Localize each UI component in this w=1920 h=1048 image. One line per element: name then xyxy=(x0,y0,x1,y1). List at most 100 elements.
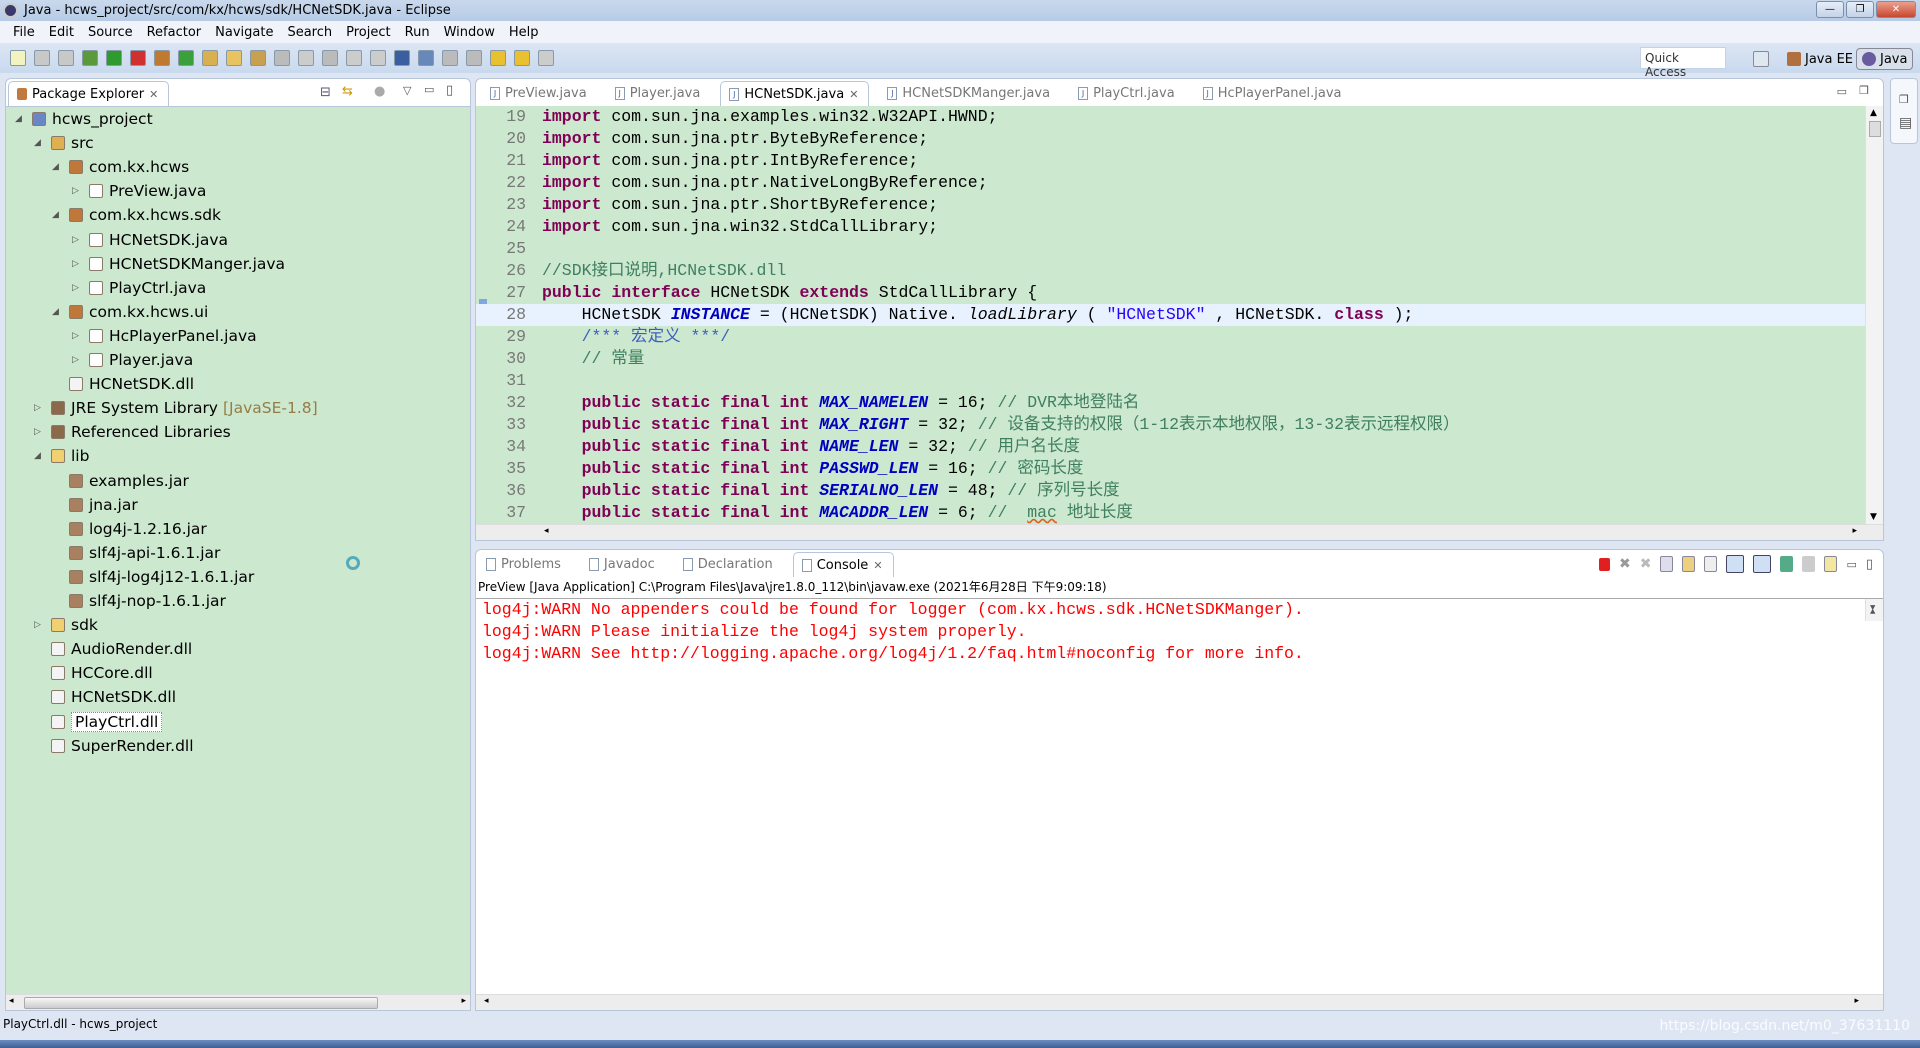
next-annotation-icon[interactable] xyxy=(442,50,458,66)
pen-icon[interactable] xyxy=(298,50,314,66)
menu-navigate[interactable]: Navigate xyxy=(208,25,280,40)
tab-playctrl-java[interactable]: J PlayCtrl.java xyxy=(1070,81,1185,106)
forward-icon[interactable] xyxy=(538,50,554,66)
menu-file[interactable]: File xyxy=(6,25,42,40)
last-edit-icon[interactable] xyxy=(490,50,506,66)
collapsed-icon[interactable]: ▷ xyxy=(34,620,44,630)
view-menu-icon[interactable]: ▽ xyxy=(403,84,411,97)
search-icon[interactable] xyxy=(250,50,266,66)
tree-item[interactable]: ◢ com.kx.hcws xyxy=(52,156,189,178)
collapsed-icon[interactable]: ▷ xyxy=(72,355,82,365)
collapsed-icon[interactable]: ▷ xyxy=(72,259,82,269)
tree-item[interactable]: ◢ com.kx.hcws.ui xyxy=(52,301,208,323)
tree-item[interactable]: HCCore.dll xyxy=(34,662,153,684)
remove-launch-icon[interactable]: ✖ xyxy=(1619,556,1631,572)
open-perspective-icon[interactable] xyxy=(1753,51,1769,67)
tab-player-java[interactable]: J Player.java xyxy=(607,81,711,106)
menu-project[interactable]: Project xyxy=(339,25,397,40)
collapsed-icon[interactable]: ▷ xyxy=(72,331,82,341)
collapsed-icon[interactable]: ▷ xyxy=(34,427,44,437)
tree-item[interactable]: log4j-1.2.16.jar xyxy=(52,518,207,540)
show-on-error-icon[interactable] xyxy=(1753,555,1772,573)
minimize-view-icon[interactable]: ▭ xyxy=(424,83,434,96)
close-button[interactable]: ✕ xyxy=(1876,1,1916,18)
tree-item[interactable]: jna.jar xyxy=(52,494,138,516)
outline-icon[interactable]: ▤ xyxy=(1899,115,1912,131)
collapsed-icon[interactable]: ▷ xyxy=(72,283,82,293)
save-icon[interactable] xyxy=(34,50,50,66)
expanded-icon[interactable]: ◢ xyxy=(52,210,62,220)
menu-refactor[interactable]: Refactor xyxy=(140,25,209,40)
tree-item[interactable]: slf4j-nop-1.6.1.jar xyxy=(52,590,226,612)
tab-package-explorer[interactable]: Package Explorer ✕ xyxy=(8,81,170,106)
tree-item[interactable]: ▷ Player.java xyxy=(72,349,193,371)
tree-item[interactable]: examples.jar xyxy=(52,470,189,492)
open-type-icon[interactable] xyxy=(202,50,218,66)
tree-item[interactable]: slf4j-log4j12-1.6.1.jar xyxy=(52,566,254,588)
tree-item[interactable]: slf4j-api-1.6.1.jar xyxy=(52,542,220,564)
tree-item[interactable]: HCNetSDK.dll xyxy=(52,373,194,395)
menu-source[interactable]: Source xyxy=(81,25,140,40)
tree-item[interactable]: HCNetSDK.dll xyxy=(34,686,176,708)
expanded-icon[interactable]: ◢ xyxy=(52,307,62,317)
pin-console-icon[interactable] xyxy=(1780,556,1794,572)
display-console-icon[interactable] xyxy=(1802,556,1816,572)
scroll-lock-icon[interactable] xyxy=(1682,556,1696,572)
tab-declaration[interactable]: Declaration xyxy=(675,552,783,577)
minimize-button[interactable]: — xyxy=(1816,1,1844,18)
tab-javadoc[interactable]: Javadoc xyxy=(581,552,665,577)
horizontal-scrollbar[interactable]: ◂ ▸ xyxy=(6,994,470,1010)
prev-annotation-icon[interactable] xyxy=(466,50,482,66)
back-icon[interactable] xyxy=(514,50,530,66)
quick-access-input[interactable]: Quick Access xyxy=(1640,47,1726,79)
monitor-icon[interactable] xyxy=(394,50,410,66)
run-external-icon[interactable] xyxy=(130,50,146,66)
toggle-icon[interactable] xyxy=(322,50,338,66)
restore-view-icon[interactable]: ❐ xyxy=(1859,84,1869,97)
horizontal-scrollbar[interactable]: ◂ ▸ xyxy=(476,524,1883,540)
maximize-view-icon[interactable]: ▯ xyxy=(446,83,453,98)
breakpoint-icon[interactable] xyxy=(418,50,434,66)
show-on-output-icon[interactable] xyxy=(1726,555,1745,573)
new-package-icon[interactable] xyxy=(154,50,170,66)
tab-hcnetsdk-java[interactable]: J HCNetSDK.java ✕ xyxy=(720,81,870,106)
focus-icon[interactable]: ● xyxy=(374,84,385,99)
tab-problems[interactable]: Problems xyxy=(478,552,571,577)
terminate-icon[interactable] xyxy=(1598,557,1610,571)
pin-icon[interactable] xyxy=(274,50,290,66)
minimize-view-icon[interactable]: ▭ xyxy=(1837,85,1847,98)
open-console-icon[interactable] xyxy=(1824,556,1838,572)
maximize-view-icon[interactable]: ▯ xyxy=(1866,557,1873,572)
expanded-icon[interactable]: ◢ xyxy=(52,162,62,172)
tree-item[interactable]: ▷ HCNetSDK.java xyxy=(72,229,228,251)
tree-item[interactable]: ▷ HcPlayerPanel.java xyxy=(72,325,257,347)
tree-item[interactable]: SuperRender.dll xyxy=(34,735,194,757)
tab-console[interactable]: Console ✕ xyxy=(792,552,894,577)
tree-item[interactable]: ▷ JRE System Library [JavaSE-1.8] xyxy=(34,397,318,419)
close-icon[interactable]: ✕ xyxy=(849,88,858,101)
close-icon[interactable]: ✕ xyxy=(149,88,158,101)
clear-console-icon[interactable] xyxy=(1660,556,1674,572)
menu-help[interactable]: Help xyxy=(502,25,546,40)
maximize-button[interactable]: ❐ xyxy=(1846,1,1874,18)
tree-item[interactable]: ◢ src xyxy=(34,132,94,154)
new-icon[interactable] xyxy=(10,50,26,66)
minimize-view-icon[interactable]: ▭ xyxy=(1846,558,1856,571)
collapse-all-icon[interactable]: ⊟ xyxy=(320,85,331,100)
tab-hcplayerpanel-java[interactable]: J HcPlayerPanel.java xyxy=(1195,81,1352,106)
menu-run[interactable]: Run xyxy=(398,25,437,40)
tree-item[interactable]: ▷ PlayCtrl.java xyxy=(72,277,206,299)
tree-item[interactable]: ◢ lib xyxy=(34,445,89,467)
tree-item[interactable]: PlayCtrl.dll xyxy=(34,711,163,733)
tab-preview-java[interactable]: J PreView.java xyxy=(482,81,597,106)
perspective-java-ee[interactable]: Java EE xyxy=(1782,48,1858,70)
open-folder-icon[interactable] xyxy=(226,50,242,66)
tree-item[interactable]: ◢ com.kx.hcws.sdk xyxy=(52,204,221,226)
tree-item[interactable]: ▷ PreView.java xyxy=(72,180,206,202)
link-with-editor-icon[interactable]: ⇆ xyxy=(342,84,353,99)
scrollbar-thumb[interactable] xyxy=(1869,121,1881,137)
remove-all-icon[interactable]: ✖ xyxy=(1640,556,1652,572)
expanded-icon[interactable]: ◢ xyxy=(34,138,44,148)
vertical-scrollbar[interactable]: ▲ ▼ xyxy=(1865,599,1883,621)
collapsed-icon[interactable]: ▷ xyxy=(34,403,44,413)
